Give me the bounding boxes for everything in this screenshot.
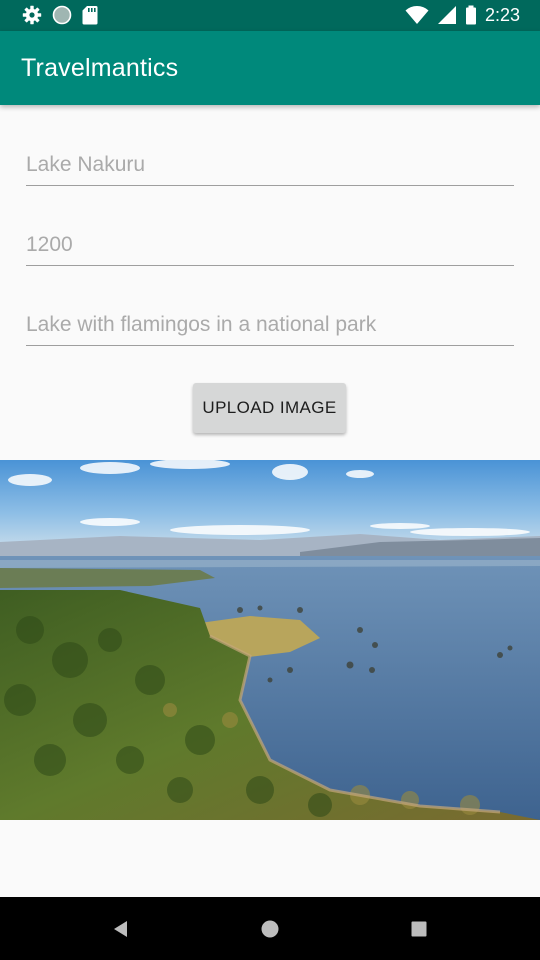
navigation-bar — [0, 897, 540, 960]
description-input[interactable] — [26, 305, 514, 345]
wifi-icon — [405, 6, 429, 24]
circle-icon — [52, 5, 72, 25]
app-bar: Travelmantics — [0, 31, 540, 105]
settings-icon — [22, 5, 42, 25]
description-field[interactable] — [26, 305, 514, 346]
app-title: Travelmantics — [21, 54, 179, 82]
title-field[interactable] — [26, 145, 514, 186]
sd-card-icon — [82, 6, 98, 25]
status-time: 2:23 — [484, 5, 520, 25]
title-input[interactable] — [26, 145, 514, 185]
destination-image — [0, 460, 540, 820]
back-icon[interactable] — [106, 915, 134, 943]
status-bar: 2:23 — [0, 0, 540, 31]
recents-icon[interactable] — [405, 915, 433, 943]
upload-image-button[interactable]: UPLOAD IMAGE — [193, 383, 346, 433]
battery-icon — [465, 5, 476, 25]
home-icon[interactable] — [256, 915, 284, 943]
price-field[interactable] — [26, 225, 514, 266]
price-input[interactable] — [26, 225, 514, 265]
signal-icon — [437, 6, 456, 24]
